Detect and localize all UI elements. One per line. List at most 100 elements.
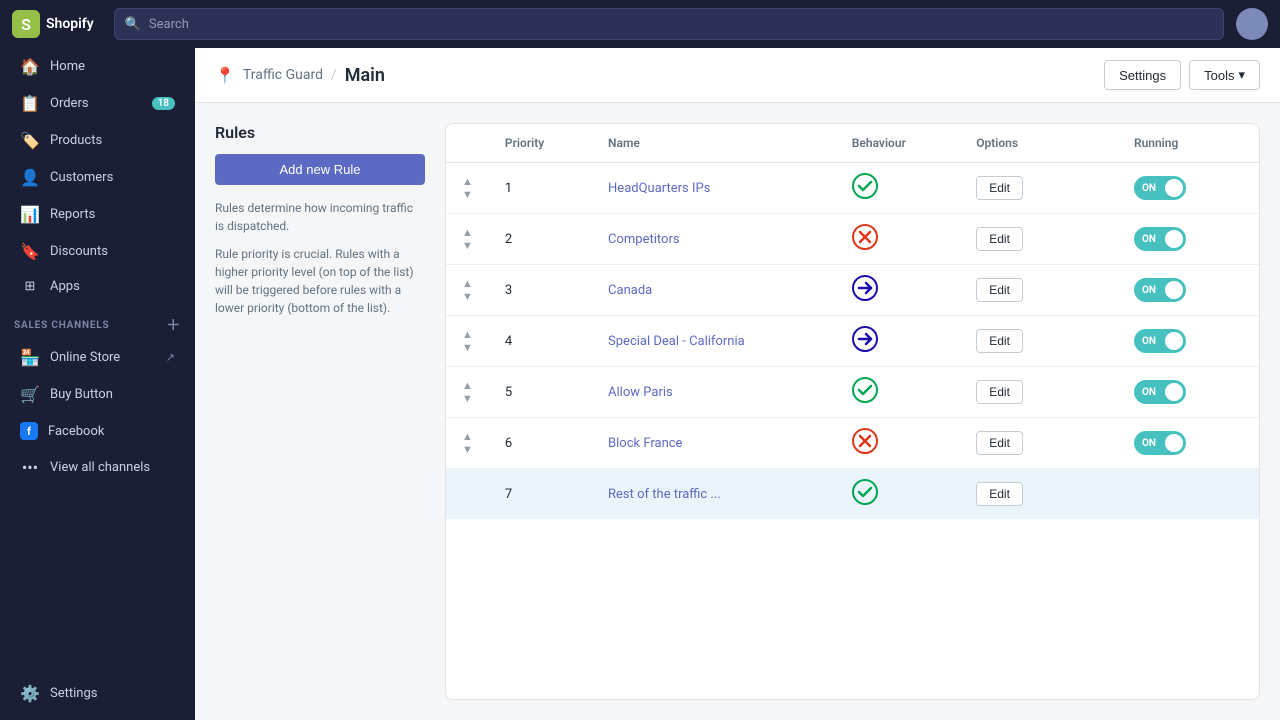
toggle-knob — [1165, 332, 1183, 350]
running-toggle[interactable]: ON — [1134, 329, 1186, 353]
products-icon: 🏷️ — [20, 131, 40, 150]
edit-button[interactable]: Edit — [976, 227, 1023, 251]
sidebar-label-view-all: View all channels — [50, 460, 150, 475]
search-bar[interactable]: 🔍 Search — [114, 8, 1224, 40]
tools-button[interactable]: Tools ▾ — [1189, 60, 1260, 90]
arrow-down-icon[interactable]: ▼ — [462, 290, 473, 303]
priority-arrows-cell[interactable] — [446, 469, 489, 520]
sort-arrows[interactable]: ▲▼ — [462, 175, 473, 201]
name-cell: Canada — [592, 265, 836, 316]
sort-arrows[interactable]: ▲▼ — [462, 277, 473, 303]
behaviour-cell — [836, 316, 960, 367]
sidebar-item-buy-button[interactable]: 🛒 Buy Button — [6, 377, 189, 412]
sidebar-item-home[interactable]: 🏠 Home — [6, 49, 189, 84]
buy-button-icon: 🛒 — [20, 385, 40, 404]
toggle-label: ON — [1136, 183, 1156, 194]
sidebar-settings[interactable]: ⚙️ Settings — [0, 675, 195, 712]
arrow-up-icon[interactable]: ▲ — [462, 328, 473, 341]
behaviour-cell — [836, 214, 960, 265]
col-arrows — [446, 124, 489, 163]
sort-arrows[interactable]: ▲▼ — [462, 226, 473, 252]
toggle-label: ON — [1136, 387, 1156, 398]
avatar[interactable] — [1236, 8, 1268, 40]
arrow-up-icon[interactable]: ▲ — [462, 430, 473, 443]
sort-arrows[interactable]: ▲▼ — [462, 430, 473, 456]
col-behaviour: Behaviour — [836, 124, 960, 163]
arrow-down-icon[interactable]: ▼ — [462, 188, 473, 201]
rule-name-link[interactable]: Competitors — [608, 232, 680, 247]
allow-icon — [852, 479, 878, 505]
sort-arrows[interactable]: ▲▼ — [462, 328, 473, 354]
arrow-up-icon[interactable]: ▲ — [462, 175, 473, 188]
running-toggle[interactable]: ON — [1134, 278, 1186, 302]
priority-arrows-cell[interactable]: ▲▼ — [446, 265, 489, 316]
edit-button[interactable]: Edit — [976, 278, 1023, 302]
page-body: Rules Add new Rule Rules determine how i… — [195, 103, 1280, 720]
options-cell: Edit — [960, 316, 1074, 367]
priority-arrows-cell[interactable]: ▲▼ — [446, 367, 489, 418]
table-row: ▲▼6Block FranceEditON — [446, 418, 1259, 469]
col-running: Running — [1074, 124, 1259, 163]
arrow-down-icon[interactable]: ▼ — [462, 239, 473, 252]
sidebar-item-products[interactable]: 🏷️ Products — [6, 123, 189, 158]
settings-button[interactable]: Settings — [1104, 60, 1181, 90]
rule-name-link[interactable]: Allow Paris — [608, 385, 673, 400]
sort-arrows[interactable]: ▲▼ — [462, 379, 473, 405]
options-cell: Edit — [960, 214, 1074, 265]
sidebar-item-view-all[interactable]: ••• View all channels — [6, 450, 189, 485]
rules-table: Priority Name Behaviour Options Running … — [446, 124, 1259, 519]
rule-name-link[interactable]: Block France — [608, 436, 682, 451]
breadcrumb-app[interactable]: Traffic Guard — [243, 67, 323, 83]
sidebar-item-customers[interactable]: 👤 Customers — [6, 160, 189, 195]
name-cell: Allow Paris — [592, 367, 836, 418]
add-rule-button[interactable]: Add new Rule — [215, 154, 425, 185]
settings-item[interactable]: ⚙️ Settings — [6, 676, 189, 711]
arrow-up-icon[interactable]: ▲ — [462, 379, 473, 392]
block-icon — [852, 428, 878, 454]
priority-arrows-cell[interactable]: ▲▼ — [446, 163, 489, 214]
sidebar-label-customers: Customers — [50, 170, 113, 185]
running-cell: ON — [1074, 265, 1259, 316]
toggle-label: ON — [1136, 234, 1156, 245]
table-row: ▲▼1HeadQuarters IPsEditON — [446, 163, 1259, 214]
shopify-logo[interactable]: S Shopify — [12, 10, 94, 38]
sidebar-item-orders[interactable]: 📋 Orders 18 — [6, 86, 189, 121]
arrow-up-icon[interactable]: ▲ — [462, 226, 473, 239]
priority-arrows-cell[interactable]: ▲▼ — [446, 214, 489, 265]
name-cell: Special Deal - California — [592, 316, 836, 367]
sidebar: 🏠 Home 📋 Orders 18 🏷️ Products 👤 Custome… — [0, 48, 195, 720]
add-channel-icon[interactable]: ＋ — [166, 315, 181, 335]
arrow-down-icon[interactable]: ▼ — [462, 443, 473, 456]
edit-button[interactable]: Edit — [976, 431, 1023, 455]
rule-name-link[interactable]: Canada — [608, 283, 652, 298]
edit-button[interactable]: Edit — [976, 176, 1023, 200]
running-toggle[interactable]: ON — [1134, 380, 1186, 404]
arrow-down-icon[interactable]: ▼ — [462, 392, 473, 405]
toggle-knob — [1165, 179, 1183, 197]
priority-cell: 2 — [489, 214, 592, 265]
sidebar-item-reports[interactable]: 📊 Reports — [6, 197, 189, 232]
sidebar-item-facebook[interactable]: f Facebook — [6, 414, 189, 448]
edit-button[interactable]: Edit — [976, 380, 1023, 404]
name-cell: Rest of the traffic ... — [592, 469, 836, 520]
priority-cell: 5 — [489, 367, 592, 418]
arrow-down-icon[interactable]: ▼ — [462, 341, 473, 354]
edit-button[interactable]: Edit — [976, 329, 1023, 353]
sidebar-item-online-store[interactable]: 🏪 Online Store ↗ — [6, 340, 189, 375]
running-toggle[interactable]: ON — [1134, 176, 1186, 200]
rule-name-link[interactable]: Rest of the traffic ... — [608, 487, 721, 502]
arrow-up-icon[interactable]: ▲ — [462, 277, 473, 290]
orders-badge: 18 — [152, 97, 175, 110]
running-cell: ON — [1074, 316, 1259, 367]
edit-button[interactable]: Edit — [976, 482, 1023, 506]
priority-arrows-cell[interactable]: ▲▼ — [446, 418, 489, 469]
running-cell: ON — [1074, 418, 1259, 469]
sidebar-item-apps[interactable]: ⊞ Apps — [6, 271, 189, 302]
priority-arrows-cell[interactable]: ▲▼ — [446, 316, 489, 367]
running-toggle[interactable]: ON — [1134, 227, 1186, 251]
rule-name-link[interactable]: HeadQuarters IPs — [608, 181, 710, 196]
sidebar-item-discounts[interactable]: 🔖 Discounts — [6, 234, 189, 269]
rule-name-link[interactable]: Special Deal - California — [608, 334, 745, 349]
running-toggle[interactable]: ON — [1134, 431, 1186, 455]
customers-icon: 👤 — [20, 168, 40, 187]
